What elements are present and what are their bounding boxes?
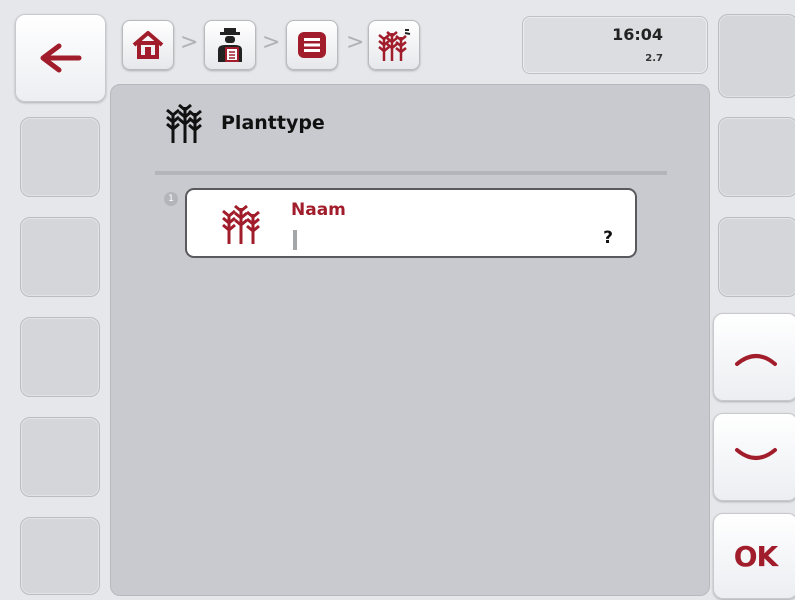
row-number-badge: 1 bbox=[164, 192, 178, 206]
farmer-icon bbox=[218, 28, 242, 62]
breadcrumb-farmer-button[interactable] bbox=[204, 20, 256, 70]
ok-label: OK bbox=[733, 539, 778, 573]
scroll-up-button[interactable] bbox=[713, 313, 795, 401]
softkey-right-1 bbox=[718, 14, 795, 98]
ok-button[interactable]: OK bbox=[713, 513, 795, 599]
main-panel: Planttype Naam ? bbox=[110, 84, 710, 596]
breadcrumb-crop-type-button[interactable] bbox=[368, 20, 420, 70]
softkey-left-4 bbox=[20, 317, 100, 397]
softkey-left-6 bbox=[20, 517, 100, 595]
text-cursor bbox=[293, 230, 297, 250]
softkey-right-2 bbox=[718, 117, 795, 197]
breadcrumb-home-button[interactable] bbox=[122, 20, 174, 70]
chevron-down-icon bbox=[734, 448, 777, 460]
clock-time: 16:04 bbox=[612, 25, 663, 44]
breadcrumb-separator: > bbox=[346, 30, 365, 55]
heading-divider bbox=[155, 171, 667, 175]
crop-type-icon bbox=[222, 204, 260, 244]
breadcrumb-separator: > bbox=[262, 30, 281, 55]
name-field-row[interactable]: Naam ? bbox=[185, 188, 637, 258]
list-menu-icon bbox=[298, 32, 326, 58]
crop-type-icon bbox=[378, 29, 411, 61]
breadcrumb-separator: > bbox=[180, 30, 199, 55]
field-label: Naam bbox=[291, 200, 346, 220]
field-help-indicator: ? bbox=[603, 228, 613, 248]
softkey-left-5 bbox=[20, 417, 100, 497]
arrow-left-icon bbox=[40, 43, 81, 73]
chevron-up-icon bbox=[734, 354, 777, 366]
back-button[interactable] bbox=[15, 14, 106, 102]
plant-type-icon bbox=[166, 103, 202, 143]
software-version: 2.7 bbox=[645, 53, 663, 64]
softkey-left-3 bbox=[20, 217, 100, 297]
home-icon bbox=[132, 31, 164, 59]
breadcrumb-list-button[interactable] bbox=[286, 20, 338, 70]
softkey-left-2 bbox=[20, 117, 100, 197]
page-heading: Planttype bbox=[163, 101, 325, 145]
softkey-right-3 bbox=[718, 217, 795, 297]
status-display: 16:04 2.7 bbox=[522, 16, 708, 74]
page-title: Planttype bbox=[221, 112, 325, 134]
scroll-down-button[interactable] bbox=[713, 413, 795, 501]
